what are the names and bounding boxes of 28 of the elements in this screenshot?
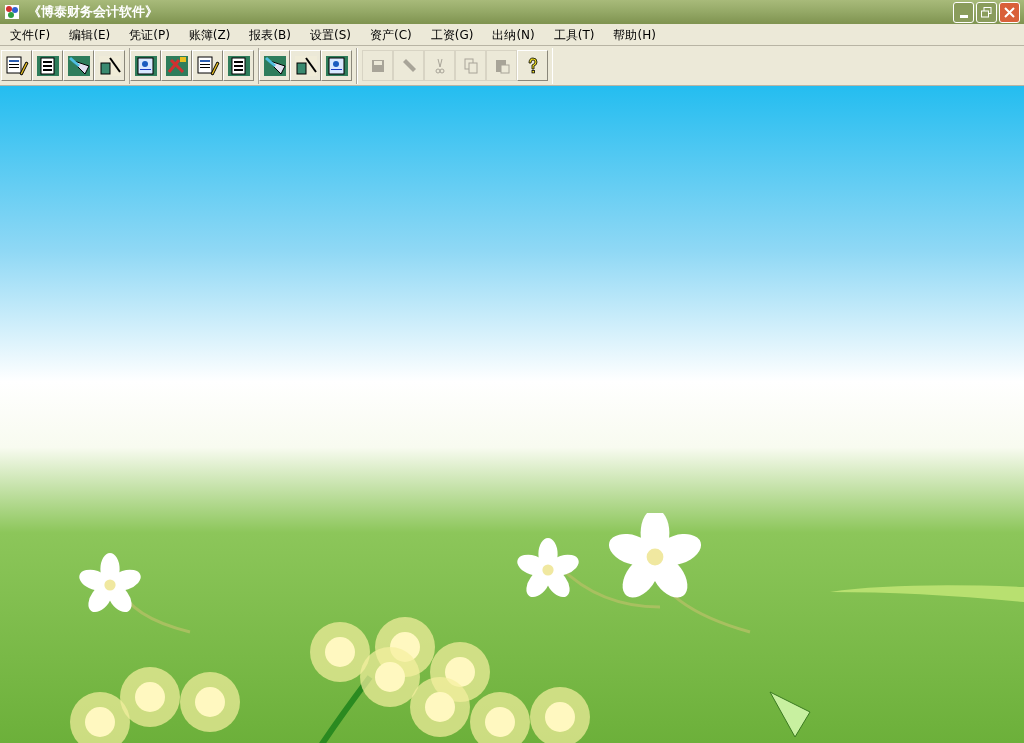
app-icon <box>4 4 20 20</box>
close-icon <box>1004 6 1015 18</box>
window-title: 《博泰财务会计软件》 <box>28 3 158 22</box>
menu-item[interactable]: 报表(B) <box>243 25 298 44</box>
menu-item[interactable]: 凭证(P) <box>123 25 176 44</box>
toolbar-graphic-icon <box>35 53 60 78</box>
toolbar-graphic-icon <box>66 53 91 78</box>
toolbar-graphic-icon <box>4 53 29 78</box>
toolbar-graphic-icon <box>324 53 349 78</box>
menu-item[interactable]: 账簿(Z) <box>182 25 237 44</box>
minimize-icon <box>959 14 968 18</box>
menu-item[interactable]: 工具(T) <box>547 25 601 44</box>
menu-item[interactable]: 文件(F) <box>4 25 57 44</box>
menu-item[interactable]: 工资(G) <box>424 25 480 44</box>
minimize-button[interactable] <box>953 1 974 23</box>
menu-item[interactable]: 编辑(E) <box>63 25 117 44</box>
menu-item[interactable]: 出纳(N) <box>486 25 541 44</box>
menu-item[interactable]: 帮助(H) <box>607 25 662 44</box>
menu-item[interactable]: 资产(C) <box>364 25 418 44</box>
menu-item[interactable]: 设置(S) <box>304 25 357 44</box>
toolbar-graphic-icon <box>133 53 158 78</box>
restore-icon <box>981 6 992 18</box>
restore-button[interactable] <box>976 1 997 23</box>
toolbar-graphic-icon <box>262 53 287 78</box>
toolbar-graphic-icon <box>195 53 220 78</box>
toolbar-graphic-icon <box>226 53 251 78</box>
toolbar-graphic-icon <box>164 53 189 78</box>
close-button[interactable] <box>999 1 1020 23</box>
